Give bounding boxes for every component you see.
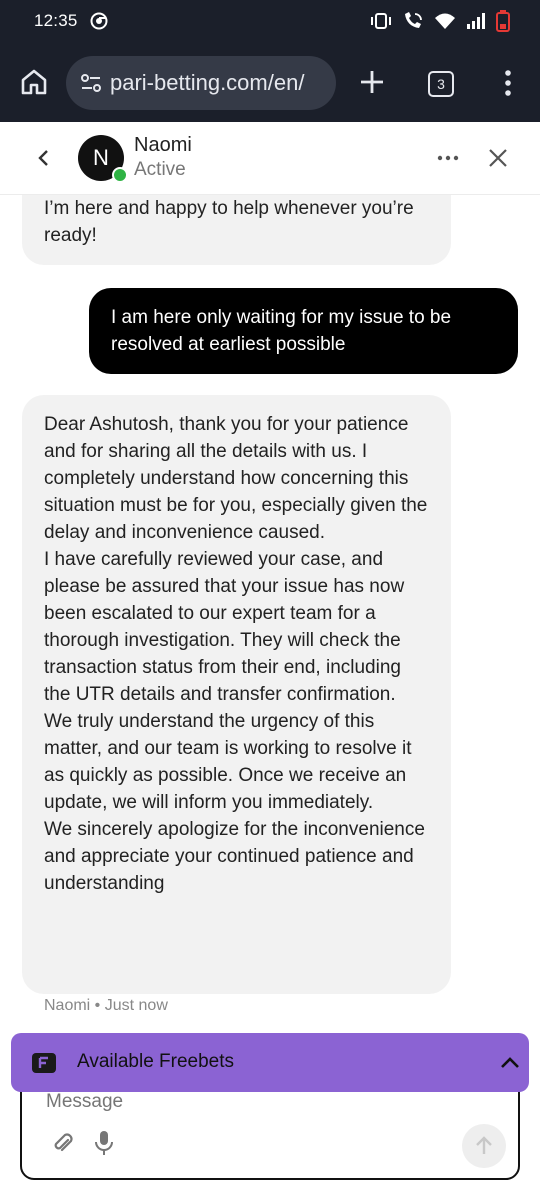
url-text[interactable]: pari-betting.com/en/ [110, 70, 332, 96]
status-icons [370, 10, 510, 32]
agent-status: Active [134, 159, 186, 180]
battery-icon [496, 10, 510, 32]
vibrate-icon [370, 12, 392, 30]
back-chevron-icon[interactable] [34, 148, 54, 168]
freebets-ticket-icon [31, 1051, 57, 1075]
site-settings-icon[interactable] [80, 73, 102, 93]
agent-message: Dear Ashutosh, thank you for your patien… [22, 395, 451, 994]
agent-name: Naomi [134, 134, 192, 156]
message-text: I am here only waiting for my issue to b… [111, 307, 452, 355]
user-message: I am here only waiting for my issue to b… [89, 288, 518, 374]
status-bar: 12:35 [0, 0, 540, 44]
send-button[interactable] [462, 1124, 506, 1168]
chevron-up-icon[interactable] [499, 1053, 521, 1073]
screen: 12:35 pari-betting.com/en/ 3 N Naomi Act… [0, 0, 540, 1200]
message-list[interactable]: I’m here and happy to help whenever you’… [0, 195, 540, 1035]
tab-switcher-icon[interactable]: 3 [428, 71, 454, 97]
message-text: I’m here and happy to help whenever you’… [44, 198, 414, 246]
wifi-icon [434, 12, 456, 30]
chat-header: N Naomi Active [0, 122, 540, 195]
attach-icon[interactable] [52, 1132, 74, 1156]
status-time: 12:35 [34, 11, 78, 30]
message-text: Dear Ashutosh, thank you for your patien… [44, 414, 428, 543]
message-meta: Naomi • Just now [44, 997, 168, 1014]
browser-toolbar: pari-betting.com/en/ 3 [0, 44, 540, 122]
agent-message: I’m here and happy to help whenever you’… [22, 195, 451, 265]
chrome-icon [90, 12, 108, 30]
wifi-call-icon [402, 11, 424, 31]
overflow-menu-icon[interactable] [498, 68, 518, 98]
signal-icon [466, 12, 486, 30]
message-text: We sincerely apologize for the inconveni… [44, 819, 425, 894]
more-dots-icon[interactable] [436, 148, 460, 168]
message-input[interactable] [44, 1088, 488, 1116]
online-status-dot [112, 167, 128, 183]
freebets-label: Available Freebets [77, 1051, 235, 1072]
address-bar[interactable]: pari-betting.com/en/ [66, 56, 336, 110]
send-arrow-icon [476, 1136, 492, 1154]
new-tab-icon[interactable] [358, 68, 386, 96]
message-text: We truly understand the urgency of this … [44, 711, 412, 813]
message-text: I have carefully reviewed your case, and… [44, 549, 405, 705]
mic-icon[interactable] [94, 1130, 114, 1156]
close-icon[interactable] [486, 146, 510, 170]
freebets-banner[interactable]: Available Freebets [11, 1033, 529, 1092]
home-icon[interactable] [18, 66, 50, 98]
